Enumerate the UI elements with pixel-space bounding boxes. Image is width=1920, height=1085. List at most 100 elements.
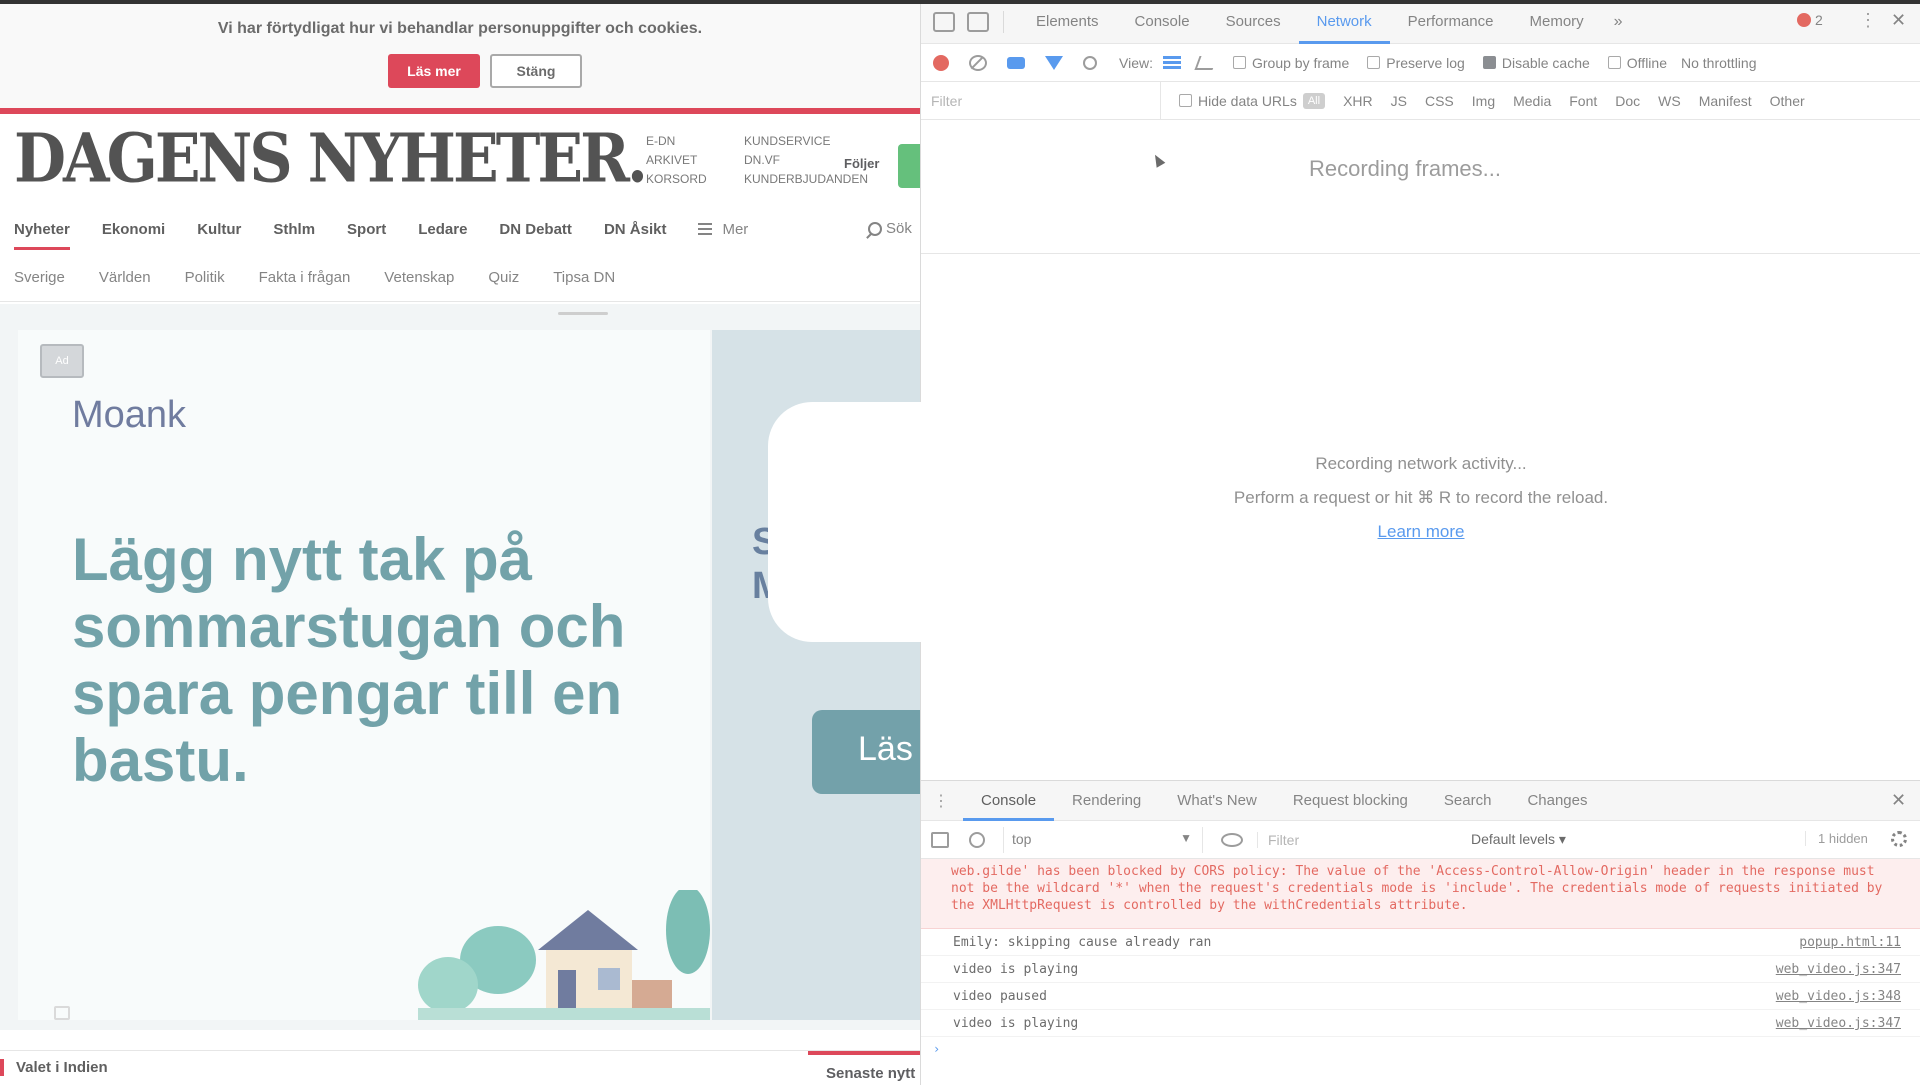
kebab-menu-icon[interactable]: ⋮ <box>1859 10 1877 31</box>
log-text: video is playing <box>953 962 1079 977</box>
sub-nav-item[interactable]: Fakta i frågan <box>259 269 351 286</box>
gear-icon[interactable] <box>1891 831 1907 847</box>
learn-more-link[interactable]: Learn more <box>1378 522 1465 542</box>
log-source-link[interactable]: web_video.js:347 <box>1776 1010 1901 1036</box>
drawer-tab-request-blocking[interactable]: Request blocking <box>1275 781 1426 821</box>
tab-performance[interactable]: Performance <box>1390 0 1512 44</box>
ad-read-button[interactable]: Läs <box>812 710 920 794</box>
sub-nav-item[interactable]: Världen <box>99 269 151 286</box>
nav-item-ledare[interactable]: Ledare <box>418 221 467 238</box>
capture-screenshots-icon[interactable] <box>1007 56 1025 69</box>
masthead-link[interactable]: KORSORD <box>646 170 707 189</box>
log-source-link[interactable]: web_video.js:347 <box>1776 956 1901 982</box>
error-counter[interactable]: 2 <box>1797 12 1823 28</box>
follow-link[interactable]: Följer <box>844 156 879 171</box>
sub-nav-item[interactable]: Quiz <box>488 269 519 286</box>
console-filter-input[interactable]: Filter <box>1257 831 1467 848</box>
network-filter-row: Filter Hide data URLs All XHR JS CSS Img… <box>921 81 1920 120</box>
throttling-select[interactable]: No throttling <box>1681 55 1756 71</box>
masthead-link[interactable]: KUNDERBJUDANDEN <box>744 170 868 189</box>
tab-memory[interactable]: Memory <box>1512 0 1602 44</box>
nav-item-sthlm[interactable]: Sthlm <box>273 221 315 238</box>
inspect-icon[interactable] <box>933 11 955 32</box>
type-filter-button[interactable]: CSS <box>1425 93 1454 109</box>
preserve-log-label: Preserve log <box>1386 54 1465 71</box>
clear-icon[interactable] <box>969 54 987 71</box>
type-filter-button[interactable]: XHR <box>1343 93 1373 109</box>
disable-cache-checkbox[interactable] <box>1482 56 1496 69</box>
breaking-link[interactable]: Valet i Indien <box>0 1059 108 1076</box>
subscribe-button[interactable] <box>898 144 920 188</box>
more-tabs-button[interactable]: » <box>1602 13 1635 31</box>
latest-news-link[interactable]: Senaste nytt <box>808 1051 920 1085</box>
bottom-bar: Valet i Indien Senaste nytt <box>0 1050 920 1085</box>
large-rows-icon[interactable] <box>1162 55 1181 70</box>
sub-nav-item[interactable]: Sverige <box>14 269 65 286</box>
tab-elements[interactable]: Elements <box>1018 0 1117 44</box>
read-more-button[interactable]: Läs mer <box>388 54 480 88</box>
waterfall-icon[interactable] <box>1194 55 1218 70</box>
masthead-link[interactable]: ARKIVET <box>646 151 707 170</box>
drawer-close-icon[interactable]: ✕ <box>1891 790 1906 811</box>
sub-nav-item[interactable]: Vetenskap <box>384 269 454 286</box>
tab-network[interactable]: Network <box>1298 0 1390 44</box>
offline-checkbox[interactable] <box>1607 56 1621 69</box>
masthead-link[interactable]: KUNDSERVICE <box>744 132 868 151</box>
console-prompt[interactable]: › <box>921 1037 1920 1061</box>
tab-sources[interactable]: Sources <box>1208 0 1299 44</box>
site-logo[interactable]: DAGENS NYHETER. <box>14 120 648 198</box>
log-text: video paused <box>953 989 1047 1004</box>
ad-side-panel[interactable]: S M Läs <box>712 330 920 1020</box>
type-filter-button[interactable]: Doc <box>1615 93 1640 109</box>
type-filter-button[interactable]: Font <box>1569 93 1597 109</box>
drawer-tab-search[interactable]: Search <box>1426 781 1510 821</box>
group-by-frame-checkbox[interactable] <box>1232 56 1246 69</box>
nav-item-dn-asikt[interactable]: DN Åsikt <box>604 221 667 238</box>
log-levels-select[interactable]: Default levels ▾ <box>1471 831 1566 848</box>
reload-hint-text: Perform a request or hit ⌘ R to record t… <box>1233 488 1609 507</box>
sub-nav-item[interactable]: Tipsa DN <box>553 269 615 286</box>
hide-data-urls-checkbox[interactable] <box>1179 94 1192 107</box>
nav-item-dn-debatt[interactable]: DN Debatt <box>499 221 572 238</box>
type-filter-button[interactable]: Media <box>1513 93 1551 109</box>
context-select[interactable]: top ▼ <box>1003 826 1203 853</box>
main-nav: Nyheter Ekonomi Kultur Sthlm Sport Ledar… <box>0 204 920 254</box>
drawer-tab-console[interactable]: Console <box>963 781 1055 821</box>
type-filter-button[interactable]: JS <box>1391 93 1407 109</box>
device-toolbar-icon[interactable] <box>967 11 989 32</box>
close-cookie-button[interactable]: Stäng <box>490 54 582 88</box>
drawer-tab-changes[interactable]: Changes <box>1509 781 1605 821</box>
nav-item-ekonomi[interactable]: Ekonomi <box>102 221 165 238</box>
type-filter-button[interactable]: Other <box>1770 93 1805 109</box>
log-source-link[interactable]: popup.html:11 <box>1799 929 1901 955</box>
nav-item-kultur[interactable]: Kultur <box>197 221 241 238</box>
tab-console[interactable]: Console <box>1117 0 1208 44</box>
nav-item-sport[interactable]: Sport <box>347 221 386 238</box>
sub-nav: Sverige Världen Politik Fakta i frågan V… <box>0 254 920 302</box>
network-empty-state: Recording network activity... Perform a … <box>921 454 1920 542</box>
type-filter-button[interactable]: Img <box>1472 93 1495 109</box>
type-filter-button[interactable]: WS <box>1658 93 1681 109</box>
nav-item-nyheter[interactable]: Nyheter <box>14 221 70 250</box>
ad-info-icon[interactable] <box>54 1006 70 1020</box>
close-icon[interactable]: ✕ <box>1891 10 1906 31</box>
clear-console-icon[interactable] <box>969 831 985 848</box>
preserve-log-checkbox[interactable] <box>1367 56 1381 69</box>
filter-icon[interactable] <box>1045 55 1063 70</box>
drawer-tab-rendering[interactable]: Rendering <box>1054 781 1159 821</box>
live-expression-eye-icon[interactable] <box>1221 832 1243 847</box>
search-link[interactable]: Sök <box>868 220 912 237</box>
network-filter-input[interactable]: Filter <box>921 81 1161 120</box>
console-sidebar-icon[interactable] <box>931 831 949 848</box>
drawer-menu-icon[interactable]: ⋮ <box>933 791 949 811</box>
sub-nav-item[interactable]: Politik <box>185 269 225 286</box>
record-icon[interactable] <box>933 54 949 71</box>
search-icon[interactable] <box>1083 55 1097 70</box>
more-menu[interactable]: Mer <box>698 221 748 238</box>
drawer-tab-whats-new[interactable]: What's New <box>1159 781 1275 821</box>
ad-card[interactable]: Ad Moank Lägg nytt tak på sommarstugan o… <box>18 330 710 1020</box>
log-source-link[interactable]: web_video.js:348 <box>1776 983 1901 1009</box>
masthead-link[interactable]: E-DN <box>646 132 707 151</box>
type-all-button[interactable]: All <box>1302 92 1326 109</box>
type-filter-button[interactable]: Manifest <box>1699 93 1752 109</box>
